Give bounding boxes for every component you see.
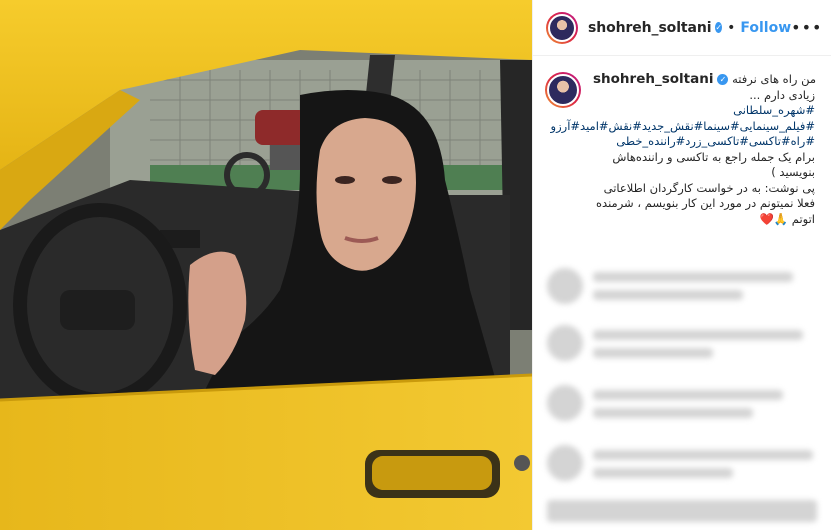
hashtag-line[interactable]: #فیلم_سینمایی#سینما#نقش_جدید#نقش#امید#آر… [551,119,815,135]
blurred-comment [593,330,803,340]
post-sidebar: shohreh_soltani ✓ • Follow ••• shohreh_s… [532,0,831,530]
caption-line: بنویسید ) [771,165,815,179]
caption-line: پی نوشت: به در خواست کارگردان اطلاعاتی [603,180,815,195]
more-options-icon[interactable]: ••• [791,18,822,37]
blurred-comment [593,390,783,400]
caption-line: زیادی دارم ... [749,87,815,102]
post-caption: shohreh_soltani ✓ من راه های نرفته زیادی … [545,71,817,227]
blurred-comment [593,408,753,418]
blurred-comment [593,348,713,358]
caption-verified-badge-icon: ✓ [717,74,729,85]
blurred-avatar [547,445,583,481]
separator-dot: • [727,19,736,36]
blurred-comment [593,450,813,460]
username-link[interactable]: shohreh_soltani [588,20,712,36]
blurred-comment [593,290,743,300]
blurred-comment [547,500,817,522]
blurred-comment [593,272,793,282]
caption-avatar[interactable] [545,72,581,108]
blurred-avatar [547,385,583,421]
caption-first-line: shohreh_soltani ✓ من راه های نرفته [593,71,817,87]
profile-avatar[interactable] [546,11,578,44]
caption-username-link[interactable]: shohreh_soltani [593,71,713,87]
taxi-driver-photo [0,0,532,530]
post-photo [0,0,532,530]
caption-text: shohreh_soltani ✓ من راه های نرفته زیادی … [551,71,817,227]
hashtag-line[interactable]: #راه#تاکسی#تاکسی_زرد#راننده_خطی [593,134,815,150]
blurred-comment [593,468,733,478]
caption-line: فعلا نمیتونم در مورد این کار بنویسم ، شر… [596,196,815,210]
caption-line: اتوتم 🙏❤️ [759,211,815,226]
verified-badge-icon: ✓ [715,22,723,33]
post-header: shohreh_soltani ✓ • Follow ••• [533,0,831,56]
follow-button[interactable]: Follow [740,20,791,36]
blurred-avatar [547,268,583,304]
blurred-avatar [547,325,583,361]
hashtag-link[interactable]: #شهره_سلطانی [593,103,815,119]
caption-line: برام یک جمله راجع به تاکسی و راننده‌هاش [612,149,815,164]
